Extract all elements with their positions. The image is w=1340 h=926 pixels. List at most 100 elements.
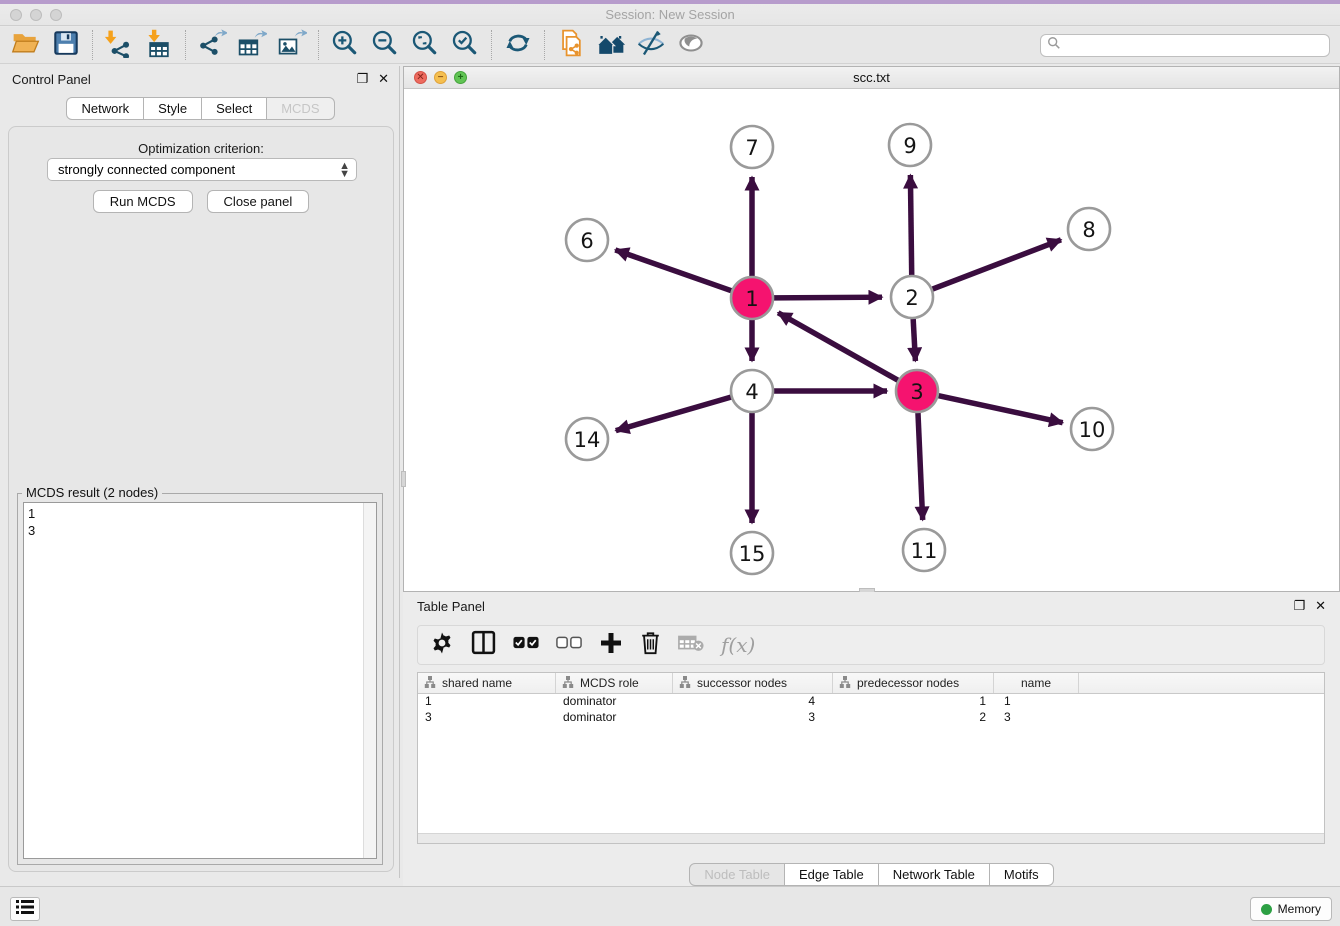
column-header-shared-name[interactable]: shared name xyxy=(418,673,556,693)
cell-name[interactable]: 1 xyxy=(994,694,1079,710)
save-session-button[interactable] xyxy=(49,28,83,62)
cell-shared-name[interactable]: 1 xyxy=(418,694,556,710)
export-table-button[interactable] xyxy=(235,28,269,62)
delete-column-button[interactable] xyxy=(640,631,661,659)
float-panel-icon[interactable]: ❐ xyxy=(356,72,368,86)
column-visibility-button[interactable] xyxy=(471,631,496,659)
graph-node-15[interactable]: 15 xyxy=(731,532,773,574)
column-header-name[interactable]: name xyxy=(994,673,1079,693)
close-panel-button[interactable]: Close panel xyxy=(207,190,310,213)
home-layout-button[interactable] xyxy=(594,28,628,62)
tab-edge-table[interactable]: Edge Table xyxy=(784,863,879,886)
graph-node-10[interactable]: 10 xyxy=(1071,408,1113,450)
graph-edge-2-8[interactable] xyxy=(933,240,1061,289)
graph-node-3[interactable]: 3 xyxy=(896,370,938,412)
refresh-button[interactable] xyxy=(501,28,535,62)
tab-node-table[interactable]: Node Table xyxy=(689,863,785,886)
node-table: shared name MCDS role successor nodes pr… xyxy=(417,672,1325,844)
deselect-all-rows-button[interactable] xyxy=(556,631,582,659)
svg-text:15: 15 xyxy=(739,542,766,566)
mcds-result-groupbox: MCDS result (2 nodes) 13 xyxy=(17,493,383,865)
column-header-successor-nodes[interactable]: successor nodes xyxy=(673,673,833,693)
column-header-mcds-role[interactable]: MCDS role xyxy=(556,673,673,693)
graph-node-2[interactable]: 2 xyxy=(891,276,933,318)
close-panel-icon[interactable]: ✕ xyxy=(378,72,389,86)
graph-edge-2-3[interactable] xyxy=(913,319,915,361)
graph-node-9[interactable]: 9 xyxy=(889,124,931,166)
function-builder-button-disabled[interactable]: f(x) xyxy=(721,631,755,659)
tab-network-table[interactable]: Network Table xyxy=(878,863,990,886)
status-bar: Memory xyxy=(0,886,1340,926)
open-session-button[interactable] xyxy=(9,28,43,62)
import-table-button[interactable] xyxy=(142,28,176,62)
network-window-titlebar[interactable]: ✕ − + scc.txt xyxy=(404,67,1339,89)
export-image-button[interactable] xyxy=(275,28,309,62)
unchecked-boxes-icon xyxy=(556,636,582,654)
cell-successor-nodes[interactable]: 4 xyxy=(673,694,833,710)
graph-edge-2-9[interactable] xyxy=(910,175,911,275)
result-scrollbar[interactable] xyxy=(363,503,376,858)
zoom-out-icon xyxy=(370,28,400,63)
float-table-panel-icon[interactable]: ❐ xyxy=(1293,599,1305,613)
graph-node-11[interactable]: 11 xyxy=(903,529,945,571)
cell-mcds-role[interactable]: dominator xyxy=(556,710,673,726)
graph-edge-1-2[interactable] xyxy=(774,297,882,298)
table-horizontal-scrollbar[interactable] xyxy=(418,833,1324,843)
cell-predecessor-nodes[interactable]: 2 xyxy=(833,710,994,726)
graph-edge-4-14[interactable] xyxy=(616,397,731,430)
cell-shared-name[interactable]: 3 xyxy=(418,710,556,726)
trash-icon xyxy=(640,631,661,660)
graph-node-14[interactable]: 14 xyxy=(566,418,608,460)
graph-node-1[interactable]: 1 xyxy=(731,277,773,319)
hide-selected-button[interactable] xyxy=(634,28,668,62)
copy-network-button[interactable] xyxy=(554,28,588,62)
table-settings-button[interactable] xyxy=(430,631,454,659)
cell-name[interactable]: 3 xyxy=(994,710,1079,726)
show-all-button[interactable] xyxy=(674,28,708,62)
tab-style[interactable]: Style xyxy=(143,97,202,120)
mcds-result-textarea[interactable]: 13 xyxy=(23,502,377,859)
cell-mcds-role[interactable]: dominator xyxy=(556,694,673,710)
app-titlebar: Session: New Session xyxy=(0,0,1340,26)
tab-motifs[interactable]: Motifs xyxy=(989,863,1054,886)
svg-text:9: 9 xyxy=(903,134,916,158)
tab-select[interactable]: Select xyxy=(201,97,267,120)
graph-node-6[interactable]: 6 xyxy=(566,219,608,261)
close-table-panel-icon[interactable]: ✕ xyxy=(1315,599,1326,613)
graph-edge-3-10[interactable] xyxy=(938,396,1062,423)
tab-mcds[interactable]: MCDS xyxy=(266,97,334,120)
export-network-button[interactable] xyxy=(195,28,229,62)
zoom-in-button[interactable] xyxy=(328,28,362,62)
cell-successor-nodes[interactable]: 3 xyxy=(673,710,833,726)
tab-network[interactable]: Network xyxy=(66,97,144,120)
cell-predecessor-nodes[interactable]: 1 xyxy=(833,694,994,710)
select-all-rows-button[interactable] xyxy=(513,631,539,659)
network-graph[interactable]: 1 2 3 4 6 7 8 9 10 11 14 15 xyxy=(404,89,1339,591)
search-input[interactable] xyxy=(1061,37,1329,55)
graph-edge-3-1[interactable] xyxy=(778,313,898,380)
add-column-button[interactable] xyxy=(599,631,623,659)
task-history-button[interactable] xyxy=(10,897,40,921)
graph-node-4[interactable]: 4 xyxy=(731,370,773,412)
column-header-predecessor-nodes[interactable]: predecessor nodes xyxy=(833,673,994,693)
graph-edge-1-6[interactable] xyxy=(615,250,731,291)
graph-edge-3-11[interactable] xyxy=(918,413,923,520)
network-canvas[interactable]: 1 2 3 4 6 7 8 9 10 11 14 15 xyxy=(404,89,1339,591)
table-row[interactable]: 3 dominator 3 2 3 xyxy=(418,710,1324,726)
column-label: name xyxy=(1021,676,1051,690)
table-row[interactable]: 1 dominator 4 1 1 xyxy=(418,694,1324,710)
gear-icon xyxy=(430,631,454,660)
run-mcds-button[interactable]: Run MCDS xyxy=(93,190,193,213)
network-view-window: ✕ − + scc.txt 1 2 3 4 6 7 8 9 10 11 14 15 xyxy=(403,66,1340,592)
memory-button[interactable]: Memory xyxy=(1250,897,1332,921)
zoom-fit-button[interactable] xyxy=(408,28,442,62)
zoom-out-button[interactable] xyxy=(368,28,402,62)
vertical-splitter-handle[interactable] xyxy=(401,471,406,487)
graph-node-7[interactable]: 7 xyxy=(731,126,773,168)
search-field[interactable] xyxy=(1040,34,1330,57)
optimization-criterion-select[interactable]: strongly connected component ▲▼ xyxy=(47,158,357,181)
delete-table-button-disabled[interactable] xyxy=(678,631,704,659)
zoom-selected-button[interactable] xyxy=(448,28,482,62)
graph-node-8[interactable]: 8 xyxy=(1068,208,1110,250)
import-network-button[interactable] xyxy=(102,28,136,62)
